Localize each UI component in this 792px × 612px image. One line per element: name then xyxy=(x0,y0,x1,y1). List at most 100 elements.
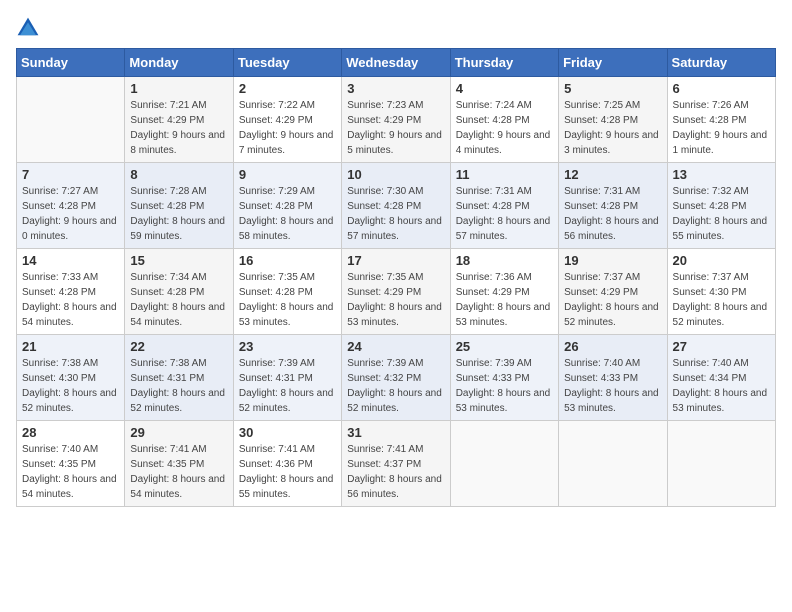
calendar-header-saturday: Saturday xyxy=(667,49,775,77)
calendar-cell: 23 Sunrise: 7:39 AMSunset: 4:31 PMDayligh… xyxy=(233,335,341,421)
day-number: 27 xyxy=(673,339,770,354)
day-number: 16 xyxy=(239,253,336,268)
calendar-cell xyxy=(450,421,558,507)
day-number: 6 xyxy=(673,81,770,96)
day-detail: Sunrise: 7:32 AMSunset: 4:28 PMDaylight:… xyxy=(673,184,770,244)
day-number: 24 xyxy=(347,339,444,354)
calendar-cell: 13Sunrise: 7:32 AMSunset: 4:28 PMDayligh… xyxy=(667,163,775,249)
calendar-cell: 2 Sunrise: 7:22 AMSunset: 4:29 PMDaylight… xyxy=(233,77,341,163)
day-number: 8 xyxy=(130,167,227,182)
day-number: 18 xyxy=(456,253,553,268)
calendar-table: SundayMondayTuesdayWednesdayThursdayFrid… xyxy=(16,48,776,507)
day-detail: Sunrise: 7:29 AMSunset: 4:28 PMDaylight:… xyxy=(239,184,336,244)
calendar-cell: 19 Sunrise: 7:37 AMSunset: 4:29 PMDayligh… xyxy=(559,249,667,335)
calendar-cell: 20Sunrise: 7:37 AMSunset: 4:30 PMDayligh… xyxy=(667,249,775,335)
day-detail: Sunrise: 7:35 AMSunset: 4:29 PMDaylight:… xyxy=(347,270,444,330)
day-detail: Sunrise: 7:41 AMSunset: 4:36 PMDaylight:… xyxy=(239,442,336,502)
calendar-week-row: 14 Sunrise: 7:33 AMSunset: 4:28 PMDayligh… xyxy=(17,249,776,335)
day-detail: Sunrise: 7:40 AMSunset: 4:33 PMDaylight:… xyxy=(564,356,661,416)
calendar-cell: 27 Sunrise: 7:40 AMSunset: 4:34 PMDayligh… xyxy=(667,335,775,421)
calendar-cell xyxy=(17,77,125,163)
calendar-header-wednesday: Wednesday xyxy=(342,49,450,77)
day-number: 31 xyxy=(347,425,444,440)
day-number: 19 xyxy=(564,253,661,268)
day-detail: Sunrise: 7:40 AMSunset: 4:34 PMDaylight:… xyxy=(673,356,770,416)
calendar-cell: 3 Sunrise: 7:23 AMSunset: 4:29 PMDaylight… xyxy=(342,77,450,163)
calendar-cell: 31Sunrise: 7:41 AMSunset: 4:37 PMDayligh… xyxy=(342,421,450,507)
day-detail: Sunrise: 7:38 AMSunset: 4:31 PMDaylight:… xyxy=(130,356,227,416)
day-detail: Sunrise: 7:34 AMSunset: 4:28 PMDaylight:… xyxy=(130,270,227,330)
calendar-cell: 18 Sunrise: 7:36 AMSunset: 4:29 PMDayligh… xyxy=(450,249,558,335)
calendar-header-friday: Friday xyxy=(559,49,667,77)
page-header xyxy=(16,16,776,40)
day-number: 3 xyxy=(347,81,444,96)
calendar-cell: 30 Sunrise: 7:41 AMSunset: 4:36 PMDayligh… xyxy=(233,421,341,507)
day-number: 26 xyxy=(564,339,661,354)
calendar-cell xyxy=(559,421,667,507)
calendar-cell: 12 Sunrise: 7:31 AMSunset: 4:28 PMDayligh… xyxy=(559,163,667,249)
calendar-cell: 17 Sunrise: 7:35 AMSunset: 4:29 PMDayligh… xyxy=(342,249,450,335)
calendar-cell: 5 Sunrise: 7:25 AMSunset: 4:28 PMDaylight… xyxy=(559,77,667,163)
day-detail: Sunrise: 7:27 AMSunset: 4:28 PMDaylight:… xyxy=(22,184,119,244)
day-detail: Sunrise: 7:28 AMSunset: 4:28 PMDaylight:… xyxy=(130,184,227,244)
calendar-cell: 6 Sunrise: 7:26 AMSunset: 4:28 PMDaylight… xyxy=(667,77,775,163)
calendar-cell xyxy=(667,421,775,507)
calendar-cell: 14 Sunrise: 7:33 AMSunset: 4:28 PMDayligh… xyxy=(17,249,125,335)
day-number: 2 xyxy=(239,81,336,96)
calendar-cell: 9 Sunrise: 7:29 AMSunset: 4:28 PMDaylight… xyxy=(233,163,341,249)
day-detail: Sunrise: 7:22 AMSunset: 4:29 PMDaylight:… xyxy=(239,98,336,158)
day-detail: Sunrise: 7:31 AMSunset: 4:28 PMDaylight:… xyxy=(564,184,661,244)
calendar-week-row: 7 Sunrise: 7:27 AMSunset: 4:28 PMDaylight… xyxy=(17,163,776,249)
calendar-cell: 29Sunrise: 7:41 AMSunset: 4:35 PMDayligh… xyxy=(125,421,233,507)
day-detail: Sunrise: 7:39 AMSunset: 4:32 PMDaylight:… xyxy=(347,356,444,416)
day-detail: Sunrise: 7:37 AMSunset: 4:29 PMDaylight:… xyxy=(564,270,661,330)
calendar-header-tuesday: Tuesday xyxy=(233,49,341,77)
day-number: 10 xyxy=(347,167,444,182)
day-number: 28 xyxy=(22,425,119,440)
day-detail: Sunrise: 7:39 AMSunset: 4:33 PMDaylight:… xyxy=(456,356,553,416)
day-number: 12 xyxy=(564,167,661,182)
calendar-cell: 25 Sunrise: 7:39 AMSunset: 4:33 PMDayligh… xyxy=(450,335,558,421)
day-number: 30 xyxy=(239,425,336,440)
day-number: 14 xyxy=(22,253,119,268)
day-number: 20 xyxy=(673,253,770,268)
calendar-cell: 7 Sunrise: 7:27 AMSunset: 4:28 PMDaylight… xyxy=(17,163,125,249)
calendar-cell: 28 Sunrise: 7:40 AMSunset: 4:35 PMDayligh… xyxy=(17,421,125,507)
day-number: 9 xyxy=(239,167,336,182)
day-detail: Sunrise: 7:31 AMSunset: 4:28 PMDaylight:… xyxy=(456,184,553,244)
day-number: 7 xyxy=(22,167,119,182)
calendar-week-row: 21Sunrise: 7:38 AMSunset: 4:30 PMDayligh… xyxy=(17,335,776,421)
day-detail: Sunrise: 7:41 AMSunset: 4:35 PMDaylight:… xyxy=(130,442,227,502)
calendar-cell: 15 Sunrise: 7:34 AMSunset: 4:28 PMDayligh… xyxy=(125,249,233,335)
calendar-cell: 22 Sunrise: 7:38 AMSunset: 4:31 PMDayligh… xyxy=(125,335,233,421)
day-detail: Sunrise: 7:40 AMSunset: 4:35 PMDaylight:… xyxy=(22,442,119,502)
day-detail: Sunrise: 7:21 AMSunset: 4:29 PMDaylight:… xyxy=(130,98,227,158)
calendar-week-row: 28 Sunrise: 7:40 AMSunset: 4:35 PMDayligh… xyxy=(17,421,776,507)
logo-icon xyxy=(16,16,40,40)
day-detail: Sunrise: 7:36 AMSunset: 4:29 PMDaylight:… xyxy=(456,270,553,330)
day-number: 11 xyxy=(456,167,553,182)
calendar-header-row: SundayMondayTuesdayWednesdayThursdayFrid… xyxy=(17,49,776,77)
day-detail: Sunrise: 7:26 AMSunset: 4:28 PMDaylight:… xyxy=(673,98,770,158)
day-number: 25 xyxy=(456,339,553,354)
day-number: 5 xyxy=(564,81,661,96)
day-number: 15 xyxy=(130,253,227,268)
calendar-cell: 24 Sunrise: 7:39 AMSunset: 4:32 PMDayligh… xyxy=(342,335,450,421)
calendar-cell: 8 Sunrise: 7:28 AMSunset: 4:28 PMDaylight… xyxy=(125,163,233,249)
day-number: 23 xyxy=(239,339,336,354)
calendar-cell: 1 Sunrise: 7:21 AMSunset: 4:29 PMDaylight… xyxy=(125,77,233,163)
day-number: 1 xyxy=(130,81,227,96)
calendar-cell: 11 Sunrise: 7:31 AMSunset: 4:28 PMDayligh… xyxy=(450,163,558,249)
day-number: 17 xyxy=(347,253,444,268)
calendar-cell: 26 Sunrise: 7:40 AMSunset: 4:33 PMDayligh… xyxy=(559,335,667,421)
calendar-cell: 4Sunrise: 7:24 AMSunset: 4:28 PMDaylight… xyxy=(450,77,558,163)
day-detail: Sunrise: 7:23 AMSunset: 4:29 PMDaylight:… xyxy=(347,98,444,158)
day-detail: Sunrise: 7:38 AMSunset: 4:30 PMDaylight:… xyxy=(22,356,119,416)
calendar-header-monday: Monday xyxy=(125,49,233,77)
calendar-cell: 16Sunrise: 7:35 AMSunset: 4:28 PMDayligh… xyxy=(233,249,341,335)
day-detail: Sunrise: 7:33 AMSunset: 4:28 PMDaylight:… xyxy=(22,270,119,330)
day-number: 4 xyxy=(456,81,553,96)
day-detail: Sunrise: 7:39 AMSunset: 4:31 PMDaylight:… xyxy=(239,356,336,416)
day-number: 22 xyxy=(130,339,227,354)
day-detail: Sunrise: 7:25 AMSunset: 4:28 PMDaylight:… xyxy=(564,98,661,158)
